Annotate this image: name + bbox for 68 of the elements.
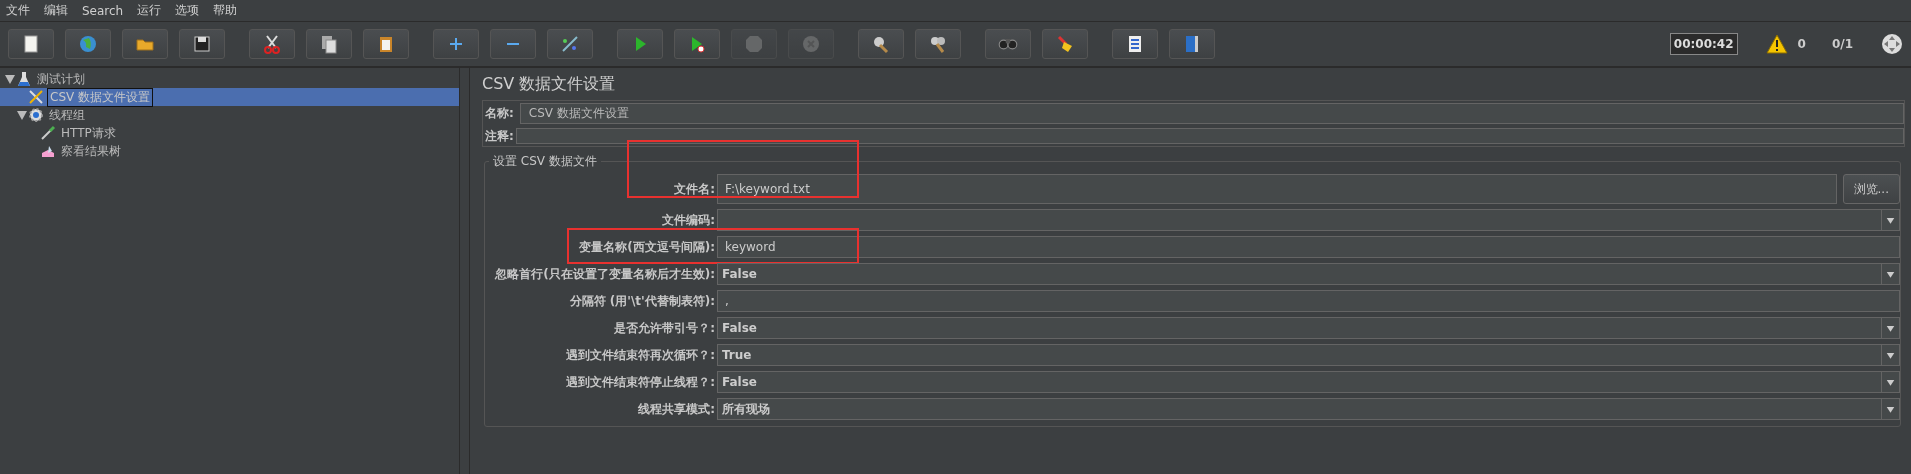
comment-field[interactable]	[515, 128, 1904, 144]
tree-item-label: CSV 数据文件设置	[47, 87, 154, 107]
collapse-arrow-icon[interactable]	[16, 109, 28, 121]
toolbar-button[interactable]	[306, 29, 352, 59]
field-label: 是否允许带引号？:	[613, 319, 715, 337]
panel-title: CSV 数据文件设置	[482, 74, 617, 95]
tree-item-label: 线程组	[48, 106, 86, 124]
dropdown[interactable]: False	[717, 371, 1900, 393]
tree-row[interactable]: 线程组	[0, 106, 459, 124]
elapsed-timer: 00:00:42	[1669, 33, 1738, 55]
input-field[interactable]: ,	[717, 290, 1900, 312]
menu-item[interactable]: 文件	[6, 2, 30, 19]
field-label: 注释:	[485, 127, 514, 145]
tree-row[interactable]: 察看结果树	[0, 142, 459, 160]
toolbar-button[interactable]	[1112, 29, 1158, 59]
globe-icon	[77, 33, 99, 55]
stop-circle-icon	[800, 33, 822, 55]
menu-item[interactable]: Search	[82, 3, 124, 18]
menu-item[interactable]: 选项	[175, 2, 200, 19]
toolbar-button[interactable]	[1042, 29, 1088, 59]
scissors-icon	[261, 33, 283, 55]
menu-item[interactable]: 运行	[137, 2, 162, 19]
toolbar-button[interactable]	[8, 29, 54, 59]
menu-item[interactable]: 编辑	[44, 2, 68, 19]
tree-item-label: 测试计划	[36, 70, 86, 88]
field-label: 分隔符 (用'\t'代替制表符):	[568, 292, 715, 310]
toolbar-button[interactable]	[858, 29, 904, 59]
pipette-icon	[40, 125, 56, 141]
toolbar-button[interactable]	[915, 29, 961, 59]
name-field[interactable]: CSV 数据文件设置	[519, 103, 1904, 124]
toolbar-button[interactable]	[249, 29, 295, 59]
field-label: 遇到文件结束符停止线程？:	[565, 373, 715, 391]
flask-icon	[16, 71, 32, 87]
dropdown[interactable]: 所有现场	[717, 398, 1900, 420]
dropdown[interactable]: True	[717, 344, 1900, 366]
dropdown[interactable]: False	[717, 263, 1900, 285]
field-label: 文件编码:	[661, 211, 715, 229]
input-field[interactable]: F:\keyword.txt	[717, 174, 1837, 204]
toolbar-button[interactable]	[363, 29, 409, 59]
field-label: 遇到文件结束符再次循环？:	[565, 346, 715, 364]
group-title: 设置 CSV 数据文件	[492, 153, 598, 170]
minus-icon	[506, 42, 520, 46]
warning-count: 0	[1797, 37, 1806, 51]
toolbar-button[interactable]	[179, 29, 225, 59]
dropdown[interactable]: False	[717, 317, 1900, 339]
field-label: 名称:	[485, 105, 514, 122]
browse-button[interactable]: 浏览...	[1842, 174, 1900, 204]
toolbar-button[interactable]	[1169, 29, 1215, 59]
field-label: 变量名称(西文逗号间隔):	[578, 238, 715, 256]
binoculars-icon	[998, 38, 1018, 50]
toolbar-button[interactable]	[122, 29, 168, 59]
tree-row[interactable]: CSV 数据文件设置	[0, 88, 459, 106]
tree-row[interactable]: HTTP请求	[0, 124, 459, 142]
input-field[interactable]: keyword	[717, 236, 1900, 258]
field-label: 线程共享模式:	[637, 400, 715, 418]
tree-row[interactable]: 测试计划	[0, 70, 459, 88]
expand-arrows-icon[interactable]	[1881, 33, 1903, 55]
warning-icon	[1765, 34, 1788, 54]
gear-icon	[28, 107, 44, 123]
collapse-arrow-icon[interactable]	[4, 73, 16, 85]
field-label: 忽略首行(只在设置了变量名称后才生效):	[493, 265, 715, 283]
tree-item-label: 察看结果树	[60, 142, 122, 160]
tools-icon	[28, 89, 44, 105]
thread-count: 0/1	[1831, 37, 1853, 51]
field-label: 文件名:	[673, 180, 715, 198]
menu-item[interactable]: 帮助	[213, 2, 238, 19]
stop-icon	[743, 33, 765, 55]
tree-item-label: HTTP请求	[60, 124, 117, 142]
